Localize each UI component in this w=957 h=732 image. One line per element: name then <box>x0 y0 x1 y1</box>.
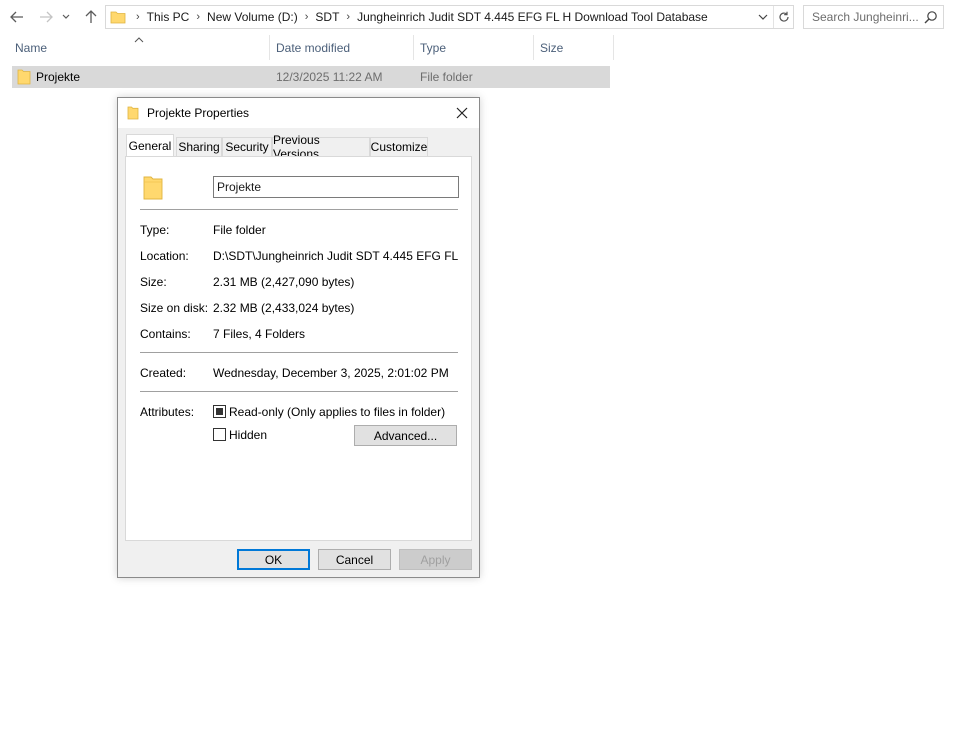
folder-icon <box>127 106 139 120</box>
close-icon <box>456 107 468 119</box>
tab-customize-label: Customize <box>370 140 428 154</box>
breadcrumb-current-folder[interactable]: Jungheinrich Judit SDT 4.445 EFG FL H Do… <box>357 10 708 24</box>
created-value: Wednesday, December 3, 2025, 2:01:02 PM <box>213 366 449 380</box>
chevron-down-icon <box>758 14 768 20</box>
location-value[interactable]: D:\SDT\Jungheinrich Judit SDT 4.445 EFG … <box>213 249 459 263</box>
up-button[interactable] <box>80 6 102 28</box>
breadcrumb-new-volume[interactable]: New Volume (D:) <box>207 10 298 24</box>
chevron-right-icon[interactable]: › <box>196 11 200 23</box>
address-bar[interactable]: › This PC › New Volume (D:) › SDT › Jung… <box>105 5 794 29</box>
properties-dialog: Projekte Properties General Sharing Secu… <box>117 97 480 578</box>
breadcrumb-this-pc[interactable]: This PC <box>147 10 190 24</box>
divider <box>140 391 458 392</box>
column-date-label: Date modified <box>276 40 351 55</box>
contains-value: 7 Files, 4 Folders <box>213 327 306 341</box>
forward-button[interactable] <box>35 6 57 28</box>
readonly-checkbox[interactable] <box>213 405 226 418</box>
size-value: 2.31 MB (2,427,090 bytes) <box>213 275 355 289</box>
contains-label: Contains: <box>140 327 191 341</box>
created-label: Created: <box>140 366 187 380</box>
tab-sharing[interactable]: Sharing <box>176 137 222 156</box>
dialog-title-bar[interactable]: Projekte Properties <box>118 98 479 128</box>
close-button[interactable] <box>453 104 471 122</box>
size-on-disk-value: 2.32 MB (2,433,024 bytes) <box>213 301 355 315</box>
back-button[interactable] <box>6 6 28 28</box>
tab-general-label: General <box>128 138 172 153</box>
search-input[interactable]: Search Jungheinri... <box>804 10 922 24</box>
tab-security-label: Security <box>225 140 269 154</box>
chevron-down-icon <box>62 14 70 19</box>
refresh-button[interactable] <box>773 6 793 28</box>
column-header-name[interactable]: Name <box>9 35 270 60</box>
folder-icon <box>110 11 126 24</box>
tab-security[interactable]: Security <box>222 137 272 156</box>
search-icon[interactable] <box>924 10 938 24</box>
tab-customize[interactable]: Customize <box>370 137 428 156</box>
chevron-right-icon[interactable]: › <box>346 11 350 23</box>
column-header-type[interactable]: Type <box>414 35 534 60</box>
advanced-button[interactable]: Advanced... <box>354 425 457 446</box>
column-size-label: Size <box>540 40 564 55</box>
recent-locations-button[interactable] <box>59 6 73 28</box>
hidden-label[interactable]: Hidden <box>229 428 267 442</box>
size-label: Size: <box>140 275 167 289</box>
address-history-button[interactable] <box>755 6 771 28</box>
file-name: Projekte <box>36 70 81 84</box>
file-type: File folder <box>420 70 473 84</box>
ok-button[interactable]: OK <box>237 549 310 570</box>
column-header-size[interactable]: Size <box>534 35 614 60</box>
list-item[interactable]: Projekte 12/3/2025 11:22 AM File folder <box>12 66 610 88</box>
folder-name-field[interactable]: Projekte <box>213 176 459 198</box>
readonly-label[interactable]: Read-only (Only applies to files in fold… <box>229 405 445 419</box>
location-label: Location: <box>140 249 189 263</box>
dialog-title: Projekte Properties <box>147 106 250 120</box>
arrow-up-icon <box>85 10 97 23</box>
column-name-label: Name <box>15 40 48 55</box>
search-box[interactable]: Search Jungheinri... <box>803 5 944 29</box>
arrow-right-icon <box>40 11 53 23</box>
type-value: File folder <box>213 223 266 237</box>
attributes-label: Attributes: <box>140 405 195 419</box>
type-label: Type: <box>140 223 170 237</box>
divider <box>140 352 458 353</box>
tab-general[interactable]: General <box>126 134 174 156</box>
size-on-disk-label: Size on disk: <box>140 301 209 315</box>
tab-previous-versions[interactable]: Previous Versions <box>272 133 370 161</box>
folder-icon <box>143 176 163 200</box>
hidden-checkbox[interactable] <box>213 428 226 441</box>
apply-button[interactable]: Apply <box>399 549 472 570</box>
chevron-right-icon: › <box>136 11 140 23</box>
breadcrumb-sdt[interactable]: SDT <box>315 10 339 24</box>
refresh-icon <box>778 11 789 22</box>
cancel-button[interactable]: Cancel <box>318 549 391 570</box>
arrow-left-icon <box>10 11 23 23</box>
column-header-date-modified[interactable]: Date modified <box>270 35 414 60</box>
folder-icon <box>17 69 31 85</box>
chevron-right-icon[interactable]: › <box>305 11 309 23</box>
divider <box>140 209 458 210</box>
column-type-label: Type <box>420 40 447 55</box>
file-date-modified: 12/3/2025 11:22 AM <box>276 70 383 84</box>
general-panel: Projekte Type: File folder Location: D:\… <box>125 156 472 541</box>
tab-sharing-label: Sharing <box>178 140 220 154</box>
